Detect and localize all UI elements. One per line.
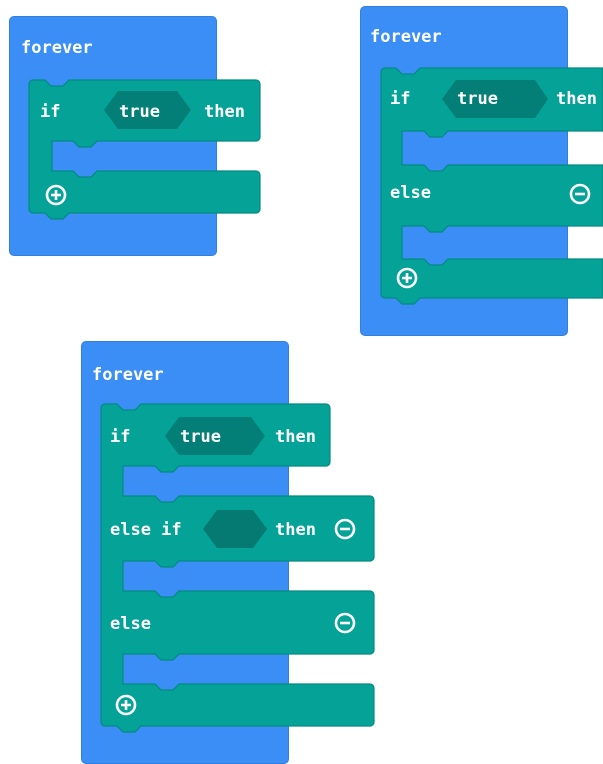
else-if-label: else if	[110, 520, 182, 540]
then-label: then	[204, 102, 245, 122]
then-label: then	[275, 427, 316, 447]
forever-block-1[interactable]: forever if true then	[9, 16, 261, 256]
plus-circle-icon[interactable]	[396, 267, 418, 289]
forever-block-2[interactable]: forever if true then else	[360, 6, 603, 336]
plus-circle-icon[interactable]	[45, 184, 67, 206]
condition-value[interactable]: true	[180, 427, 221, 447]
minus-circle-icon[interactable]	[334, 518, 356, 540]
else-label: else	[390, 183, 431, 203]
else-label: else	[110, 614, 151, 634]
condition-value[interactable]: true	[457, 89, 498, 109]
then-label: then	[556, 89, 597, 109]
if-label: if	[110, 427, 131, 447]
condition-value[interactable]: true	[119, 102, 160, 122]
minus-circle-icon[interactable]	[569, 183, 591, 205]
plus-circle-icon[interactable]	[115, 694, 137, 716]
forever-block-3[interactable]: forever if true then else if then else	[81, 341, 376, 764]
minus-circle-icon[interactable]	[334, 612, 356, 634]
else-if-then-label: then	[275, 520, 316, 540]
if-label: if	[40, 102, 61, 122]
if-block[interactable]	[9, 16, 261, 256]
if-label: if	[390, 89, 411, 109]
